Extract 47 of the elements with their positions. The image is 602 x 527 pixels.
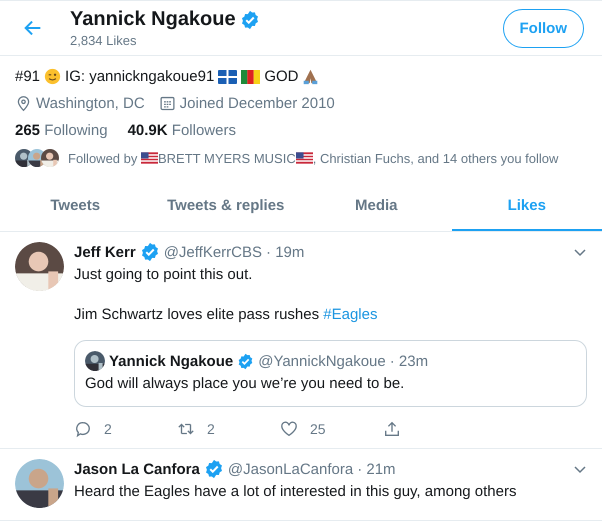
tweet-time: · 19m	[266, 244, 304, 260]
profile-tab[interactable]: Tweets	[0, 183, 150, 231]
follower-name[interactable]: BRETT MYERS MUSIC	[158, 150, 296, 166]
follow-button[interactable]: Follow	[502, 8, 584, 48]
profile-tab[interactable]: Likes	[452, 183, 602, 231]
bio-text: IG: yannickngakoue91	[65, 68, 214, 85]
profile-name: Yannick Ngakoue	[70, 8, 236, 31]
author-handle[interactable]: @JeffKerrCBS	[164, 244, 262, 260]
hashtag-link[interactable]: #Eagles	[323, 306, 378, 323]
quote-text: God will always place you we’re you need to be.	[85, 374, 406, 394]
winking-face-icon	[44, 68, 62, 85]
share-icon[interactable]	[383, 420, 401, 438]
author-handle: @YannickNgakoue	[258, 352, 386, 370]
author-name[interactable]: Jason La Canfora	[74, 460, 200, 478]
quoted-tweet[interactable]: Yannick Ngakoue @YannickNgakoue · 23m God will always place you we’re you need to be.	[74, 340, 587, 407]
location-text: Washington, DC	[36, 95, 145, 112]
flag-icon	[218, 70, 238, 84]
flag-icon	[141, 152, 158, 164]
tweet-time: · 23m	[390, 352, 428, 370]
reply-icon[interactable]	[74, 420, 92, 438]
flag-icon	[296, 152, 313, 164]
joined-date: Joined December 2010	[180, 95, 335, 112]
likes-count: 2,834 Likes	[70, 33, 138, 48]
followed-by-text: , Christian Fuchs, and 14 others you follow	[312, 150, 558, 166]
followed-by-text: Followed by	[68, 150, 138, 166]
author-name: Yannick Ngakoue	[109, 352, 234, 370]
follower-avatar	[41, 149, 59, 167]
profile-tab[interactable]: Media	[301, 183, 452, 231]
calendar-icon	[158, 95, 176, 112]
reply-count: 2	[104, 421, 112, 437]
following-link[interactable]: 265 Following	[15, 122, 108, 139]
profile-tab[interactable]: Tweets & replies	[150, 183, 301, 231]
tweet-text: Heard the Eagles have a lot of interested in this guy, among others	[74, 482, 518, 502]
tweet-text: Jim Schwartz loves elite pass rushes #Eagles	[74, 305, 378, 325]
flag-icon	[241, 70, 260, 84]
praying-hands-icon	[302, 68, 320, 85]
bio-text: GOD	[264, 68, 298, 85]
tweet-time: · 21m	[357, 460, 396, 478]
like-count: 25	[310, 421, 326, 437]
author-name[interactable]: Jeff Kerr	[74, 244, 136, 260]
heart-icon[interactable]	[280, 420, 298, 438]
bio-text: #91	[15, 68, 40, 85]
retweet-count: 2	[207, 421, 215, 437]
followers-link[interactable]: 40.9K Followers	[128, 122, 236, 139]
location-pin-icon	[15, 95, 32, 112]
author-handle[interactable]: @JasonLaCanfora	[228, 460, 354, 478]
tweet-text: Just going to point this out.	[74, 265, 254, 285]
